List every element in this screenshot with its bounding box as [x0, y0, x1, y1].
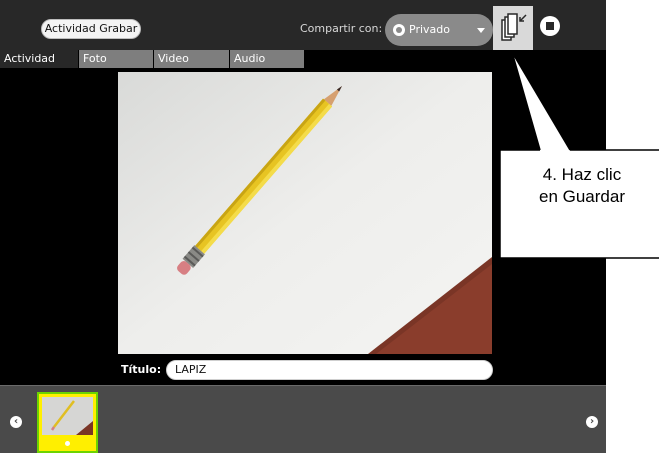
callout-box [499, 51, 659, 259]
callout-line-1: 4. Haz clic [542, 165, 622, 184]
callout-text: 4. Haz clic en Guardar [512, 164, 652, 208]
callout-line-2: en Guardar [539, 187, 625, 206]
